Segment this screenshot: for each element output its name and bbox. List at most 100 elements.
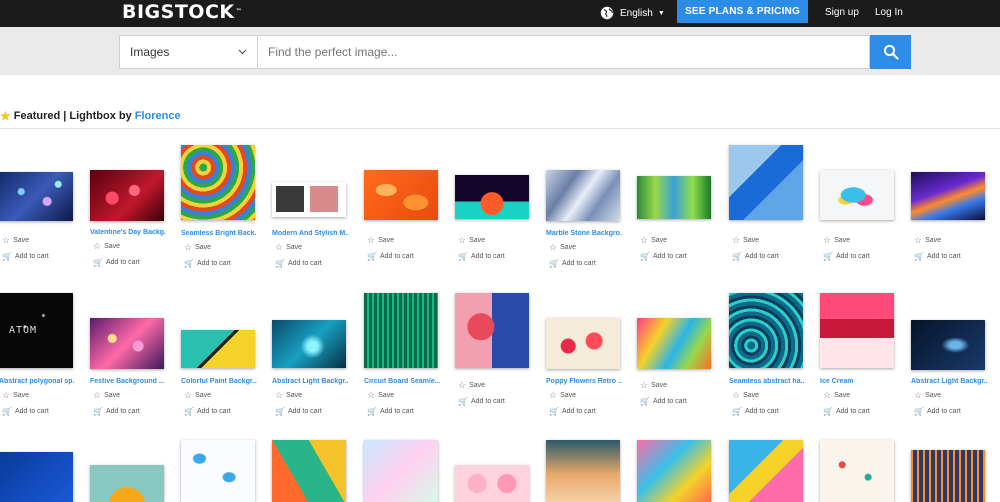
image-thumbnail[interactable] [729, 145, 803, 220]
add-to-cart-button[interactable]: 🛒 Add to cart [275, 407, 322, 416]
image-thumbnail[interactable] [546, 170, 620, 221]
image-thumbnail[interactable] [911, 450, 985, 502]
image-thumbnail[interactable] [820, 440, 894, 502]
save-button[interactable]: ☆ Save [640, 236, 667, 245]
image-title-link[interactable]: Seamless abstract ha... [729, 378, 805, 385]
bigstock-logo[interactable]: BIGSTOCK™ [122, 1, 242, 23]
image-title-link[interactable]: Valentine's Day Backg... [90, 229, 166, 236]
add-to-cart-button[interactable]: 🛒 Add to cart [640, 397, 687, 406]
image-thumbnail[interactable] [911, 172, 985, 220]
image-title-link[interactable]: Poppy Flowers Retro ... [546, 378, 622, 385]
image-thumbnail[interactable] [455, 293, 529, 368]
save-button[interactable]: ☆ Save [2, 236, 29, 245]
save-button[interactable]: ☆ Save [275, 243, 302, 252]
image-thumbnail[interactable] [637, 318, 711, 369]
image-thumbnail[interactable] [181, 330, 255, 368]
add-to-cart-button[interactable]: 🛒 Add to cart [367, 252, 414, 261]
image-title-link[interactable]: Circuit Board Seamle... [364, 378, 440, 385]
save-button[interactable]: ☆ Save [184, 243, 211, 252]
image-title-link[interactable]: Marble Stone Backgro... [546, 230, 622, 237]
save-button[interactable]: ☆ Save [367, 236, 394, 245]
image-thumbnail[interactable] [637, 176, 711, 219]
add-to-cart-button[interactable]: 🛒 Add to cart [640, 252, 687, 261]
image-thumbnail[interactable] [181, 440, 255, 502]
image-thumbnail[interactable] [364, 440, 438, 502]
save-button[interactable]: ☆ Save [823, 391, 850, 400]
image-thumbnail[interactable] [911, 320, 985, 370]
image-title-link[interactable]: Colorful Paint Backgr... [181, 378, 257, 385]
add-to-cart-button[interactable]: 🛒 Add to cart [458, 252, 505, 261]
image-thumbnail[interactable] [0, 172, 73, 221]
save-button[interactable]: ☆ Save [367, 391, 394, 400]
image-title-link[interactable]: Abstract polygonal sp... [0, 378, 75, 385]
add-to-cart-button[interactable]: 🛒 Add to cart [732, 407, 779, 416]
image-thumbnail[interactable] [820, 293, 894, 368]
save-button[interactable]: ☆ Save [823, 236, 850, 245]
save-button[interactable]: ☆ Save [549, 243, 576, 252]
image-thumbnail[interactable] [455, 465, 529, 502]
add-to-cart-button[interactable]: 🛒 Add to cart [2, 407, 49, 416]
image-thumbnail[interactable] [181, 145, 255, 220]
save-button[interactable]: ☆ Save [549, 391, 576, 400]
save-button[interactable]: ☆ Save [732, 391, 759, 400]
sign-up-link[interactable]: Sign up [825, 7, 859, 18]
image-thumbnail[interactable] [364, 170, 438, 220]
log-in-link[interactable]: Log In [875, 7, 903, 18]
image-thumbnail[interactable] [272, 182, 346, 217]
add-to-cart-button[interactable]: 🛒 Add to cart [549, 259, 596, 268]
image-title-link[interactable]: Ice Cream [820, 378, 896, 385]
image-title-link[interactable]: Festive Background ... [90, 378, 166, 385]
add-to-cart-button[interactable]: 🛒 Add to cart [914, 252, 961, 261]
add-to-cart-button[interactable]: 🛒 Add to cart [458, 397, 505, 406]
image-thumbnail[interactable] [272, 320, 346, 368]
image-thumbnail[interactable] [820, 170, 894, 220]
image-thumbnail[interactable] [0, 452, 73, 502]
save-button[interactable]: ☆ Save [184, 391, 211, 400]
language-selector[interactable]: English ▼ [600, 5, 665, 21]
image-thumbnail[interactable] [546, 440, 620, 502]
save-button[interactable]: ☆ Save [275, 391, 302, 400]
save-button[interactable]: ☆ Save [2, 391, 29, 400]
save-button[interactable]: ☆ Save [640, 381, 667, 390]
add-to-cart-button[interactable]: 🛒 Add to cart [2, 252, 49, 261]
image-thumbnail[interactable] [364, 293, 438, 368]
image-thumbnail[interactable] [729, 293, 803, 368]
image-thumbnail[interactable] [455, 175, 529, 219]
image-thumbnail[interactable] [546, 318, 620, 369]
add-to-cart-button[interactable]: 🛒 Add to cart [184, 407, 231, 416]
image-thumbnail[interactable] [90, 318, 164, 369]
see-plans-pricing-button[interactable]: SEE PLANS & PRICING [677, 0, 808, 23]
image-thumbnail[interactable]: ATOM [0, 293, 73, 368]
save-button[interactable]: ☆ Save [458, 381, 485, 390]
save-button[interactable]: ☆ Save [732, 236, 759, 245]
save-button[interactable]: ☆ Save [93, 242, 120, 251]
search-button[interactable] [870, 35, 911, 69]
image-thumbnail[interactable] [729, 440, 803, 502]
add-to-cart-button[interactable]: 🛒 Add to cart [914, 407, 961, 416]
image-title-link[interactable]: Abstract Light Backgr... [911, 378, 987, 385]
add-to-cart-button[interactable]: 🛒 Add to cart [367, 407, 414, 416]
search-input[interactable] [258, 35, 870, 69]
image-thumbnail[interactable] [272, 440, 346, 502]
cart-icon: 🛒 [184, 259, 194, 268]
image-title-link[interactable]: Seamless Bright Back... [181, 230, 257, 237]
image-thumbnail[interactable] [90, 170, 164, 221]
search-category-select[interactable]: Images [119, 35, 258, 69]
add-to-cart-button[interactable]: 🛒 Add to cart [549, 407, 596, 416]
image-title-link[interactable]: Abstract Light Backgr... [272, 378, 348, 385]
add-to-cart-button[interactable]: 🛒 Add to cart [93, 407, 140, 416]
add-to-cart-button[interactable]: 🛒 Add to cart [732, 252, 779, 261]
save-button[interactable]: ☆ Save [458, 236, 485, 245]
image-thumbnail[interactable] [90, 465, 164, 502]
image-thumbnail[interactable] [637, 440, 711, 502]
add-to-cart-button[interactable]: 🛒 Add to cart [275, 259, 322, 268]
save-button[interactable]: ☆ Save [914, 236, 941, 245]
add-to-cart-button[interactable]: 🛒 Add to cart [93, 258, 140, 267]
lightbox-owner-link[interactable]: Florence [135, 110, 181, 122]
save-button[interactable]: ☆ Save [93, 391, 120, 400]
add-to-cart-button[interactable]: 🛒 Add to cart [184, 259, 231, 268]
add-to-cart-button[interactable]: 🛒 Add to cart [823, 407, 870, 416]
add-to-cart-button[interactable]: 🛒 Add to cart [823, 252, 870, 261]
save-button[interactable]: ☆ Save [914, 391, 941, 400]
image-title-link[interactable]: Modern And Stylish M... [272, 230, 348, 237]
